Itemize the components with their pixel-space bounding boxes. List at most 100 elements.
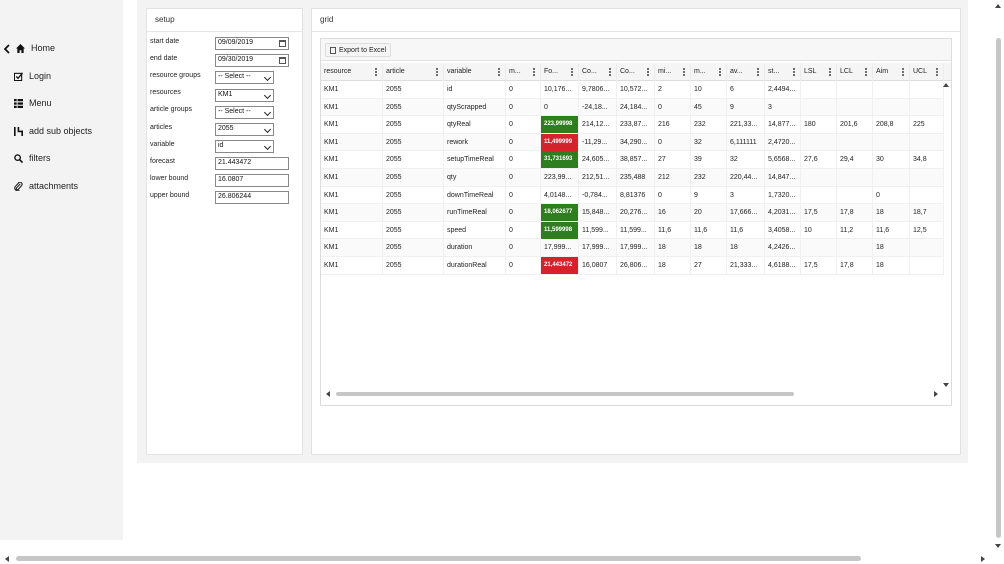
table-cell[interactable]: 0: [506, 169, 541, 186]
table-cell[interactable]: 0: [506, 186, 541, 204]
table-cell[interactable]: 29,4: [837, 151, 873, 169]
resources-select[interactable]: KM1: [215, 89, 274, 102]
page-vertical-scrollbar[interactable]: [993, 0, 1004, 553]
table-cell[interactable]: 11,6: [691, 221, 727, 239]
scroll-down-icon[interactable]: [995, 544, 1001, 548]
table-cell[interactable]: [837, 81, 873, 98]
lower-bound-field[interactable]: 16.0807: [215, 174, 289, 187]
table-cell[interactable]: 38,857...: [617, 151, 655, 169]
table-cell[interactable]: 17,5: [801, 204, 837, 222]
column-header[interactable]: Co...: [579, 63, 617, 81]
table-cell[interactable]: [873, 98, 910, 116]
table-cell[interactable]: 20,276...: [617, 204, 655, 222]
table-cell[interactable]: 220,44...: [727, 169, 765, 186]
table-cell[interactable]: 9,7806...: [579, 81, 617, 98]
column-header[interactable]: av...: [727, 63, 765, 81]
table-cell[interactable]: [910, 98, 944, 116]
table-cell[interactable]: 214,12...: [579, 116, 617, 134]
table-cell[interactable]: 223,99998: [541, 116, 579, 134]
table-cell[interactable]: 27,6: [801, 151, 837, 169]
table-cell[interactable]: KM1: [321, 257, 383, 274]
table-cell[interactable]: [801, 186, 837, 204]
table-cell[interactable]: id: [444, 81, 506, 98]
table-row[interactable]: KM1 2055 qtyScrapped 0 0 -24,18... 24,184... 0 4…: [321, 98, 944, 117]
table-cell[interactable]: [801, 169, 837, 186]
table-row[interactable]: KM1 2055 duration 0 17,999... 17,999... 17,999…: [321, 239, 944, 257]
sidebar-item-filters[interactable]: filters: [14, 153, 51, 163]
table-row[interactable]: KM1 2055 runTimeReal 0 18,062677 15,848... 20,…: [321, 204, 944, 222]
calendar-icon[interactable]: [279, 40, 286, 47]
table-cell[interactable]: [910, 239, 944, 257]
table-cell[interactable]: [873, 81, 910, 98]
table-cell[interactable]: 8,81376: [617, 186, 655, 204]
table-cell[interactable]: KM1: [321, 204, 383, 222]
table-cell[interactable]: 5,6568...: [765, 151, 801, 169]
table-cell[interactable]: 232: [691, 169, 727, 186]
table-cell[interactable]: 24,184...: [617, 98, 655, 116]
table-cell[interactable]: 223,99...: [541, 169, 579, 186]
table-cell[interactable]: KM1: [321, 151, 383, 169]
table-cell[interactable]: 2055: [383, 81, 444, 98]
table-cell[interactable]: 17,8: [837, 257, 873, 274]
table-cell[interactable]: 39: [691, 151, 727, 169]
table-cell[interactable]: -0,784...: [579, 186, 617, 204]
table-cell[interactable]: 0: [506, 116, 541, 134]
column-header[interactable]: Co...: [617, 63, 655, 81]
table-cell[interactable]: KM1: [321, 221, 383, 239]
column-header[interactable]: Fo...: [541, 63, 579, 81]
table-cell[interactable]: [837, 239, 873, 257]
table-cell[interactable]: [910, 81, 944, 98]
column-menu-icon[interactable]: [757, 68, 759, 76]
scroll-down-icon[interactable]: [943, 383, 949, 387]
table-cell[interactable]: 0: [506, 98, 541, 116]
column-header[interactable]: m...: [691, 63, 727, 81]
table-cell[interactable]: 10: [801, 221, 837, 239]
table-cell[interactable]: [837, 133, 873, 151]
table-cell[interactable]: 17,666...: [727, 204, 765, 222]
vertical-scrollbar[interactable]: [942, 81, 950, 389]
resource-groups-select[interactable]: -- Select --: [215, 71, 274, 84]
table-cell[interactable]: [910, 186, 944, 204]
column-menu-icon[interactable]: [936, 68, 938, 76]
calendar-icon[interactable]: [279, 57, 286, 64]
table-row[interactable]: KM1 2055 id 0 10,176... 9,7806... 10,572... 2 10…: [321, 81, 944, 99]
table-cell[interactable]: 0: [506, 257, 541, 274]
table-cell[interactable]: 27: [655, 151, 691, 169]
table-cell[interactable]: 212,51...: [579, 169, 617, 186]
table-cell[interactable]: 3: [727, 186, 765, 204]
table-cell[interactable]: [801, 133, 837, 151]
end-date-field[interactable]: 09/30/2019: [215, 54, 289, 67]
table-cell[interactable]: KM1: [321, 81, 383, 98]
article-groups-select[interactable]: -- Select --: [215, 106, 274, 119]
table-cell[interactable]: 0: [506, 133, 541, 151]
table-cell[interactable]: 2055: [383, 151, 444, 169]
table-cell[interactable]: [910, 257, 944, 274]
table-cell[interactable]: [837, 186, 873, 204]
table-cell[interactable]: KM1: [321, 169, 383, 186]
table-cell[interactable]: 3,4058...: [765, 221, 801, 239]
scroll-up-icon[interactable]: [943, 83, 949, 87]
column-menu-icon[interactable]: [375, 68, 377, 76]
table-cell[interactable]: [873, 169, 910, 186]
table-cell[interactable]: 18: [655, 239, 691, 257]
column-menu-icon[interactable]: [719, 68, 721, 76]
column-header[interactable]: LCL: [837, 63, 873, 81]
page-vertical-scroll-thumb[interactable]: [996, 38, 1001, 538]
table-cell[interactable]: 0: [655, 98, 691, 116]
column-menu-icon[interactable]: [609, 68, 611, 76]
table-row[interactable]: KM1 2055 qty 0 223,99... 212,51... 235,488 212 2…: [321, 169, 944, 187]
table-cell[interactable]: 11,599...: [617, 221, 655, 239]
table-cell[interactable]: 0: [506, 221, 541, 239]
sidebar-item-add-sub-objects[interactable]: add sub objects: [14, 126, 92, 136]
table-cell[interactable]: 17,999...: [617, 239, 655, 257]
table-cell[interactable]: [873, 133, 910, 151]
table-cell[interactable]: 0: [541, 98, 579, 116]
table-cell[interactable]: 0: [655, 133, 691, 151]
column-header[interactable]: Aim: [873, 63, 910, 81]
table-cell[interactable]: 11,599998: [541, 221, 579, 239]
table-cell[interactable]: 2: [655, 81, 691, 98]
sidebar-item-login[interactable]: Login: [13, 71, 51, 81]
table-cell[interactable]: 17,5: [801, 257, 837, 274]
column-header[interactable]: st...: [765, 63, 801, 81]
table-cell[interactable]: 14,877...: [765, 116, 801, 134]
